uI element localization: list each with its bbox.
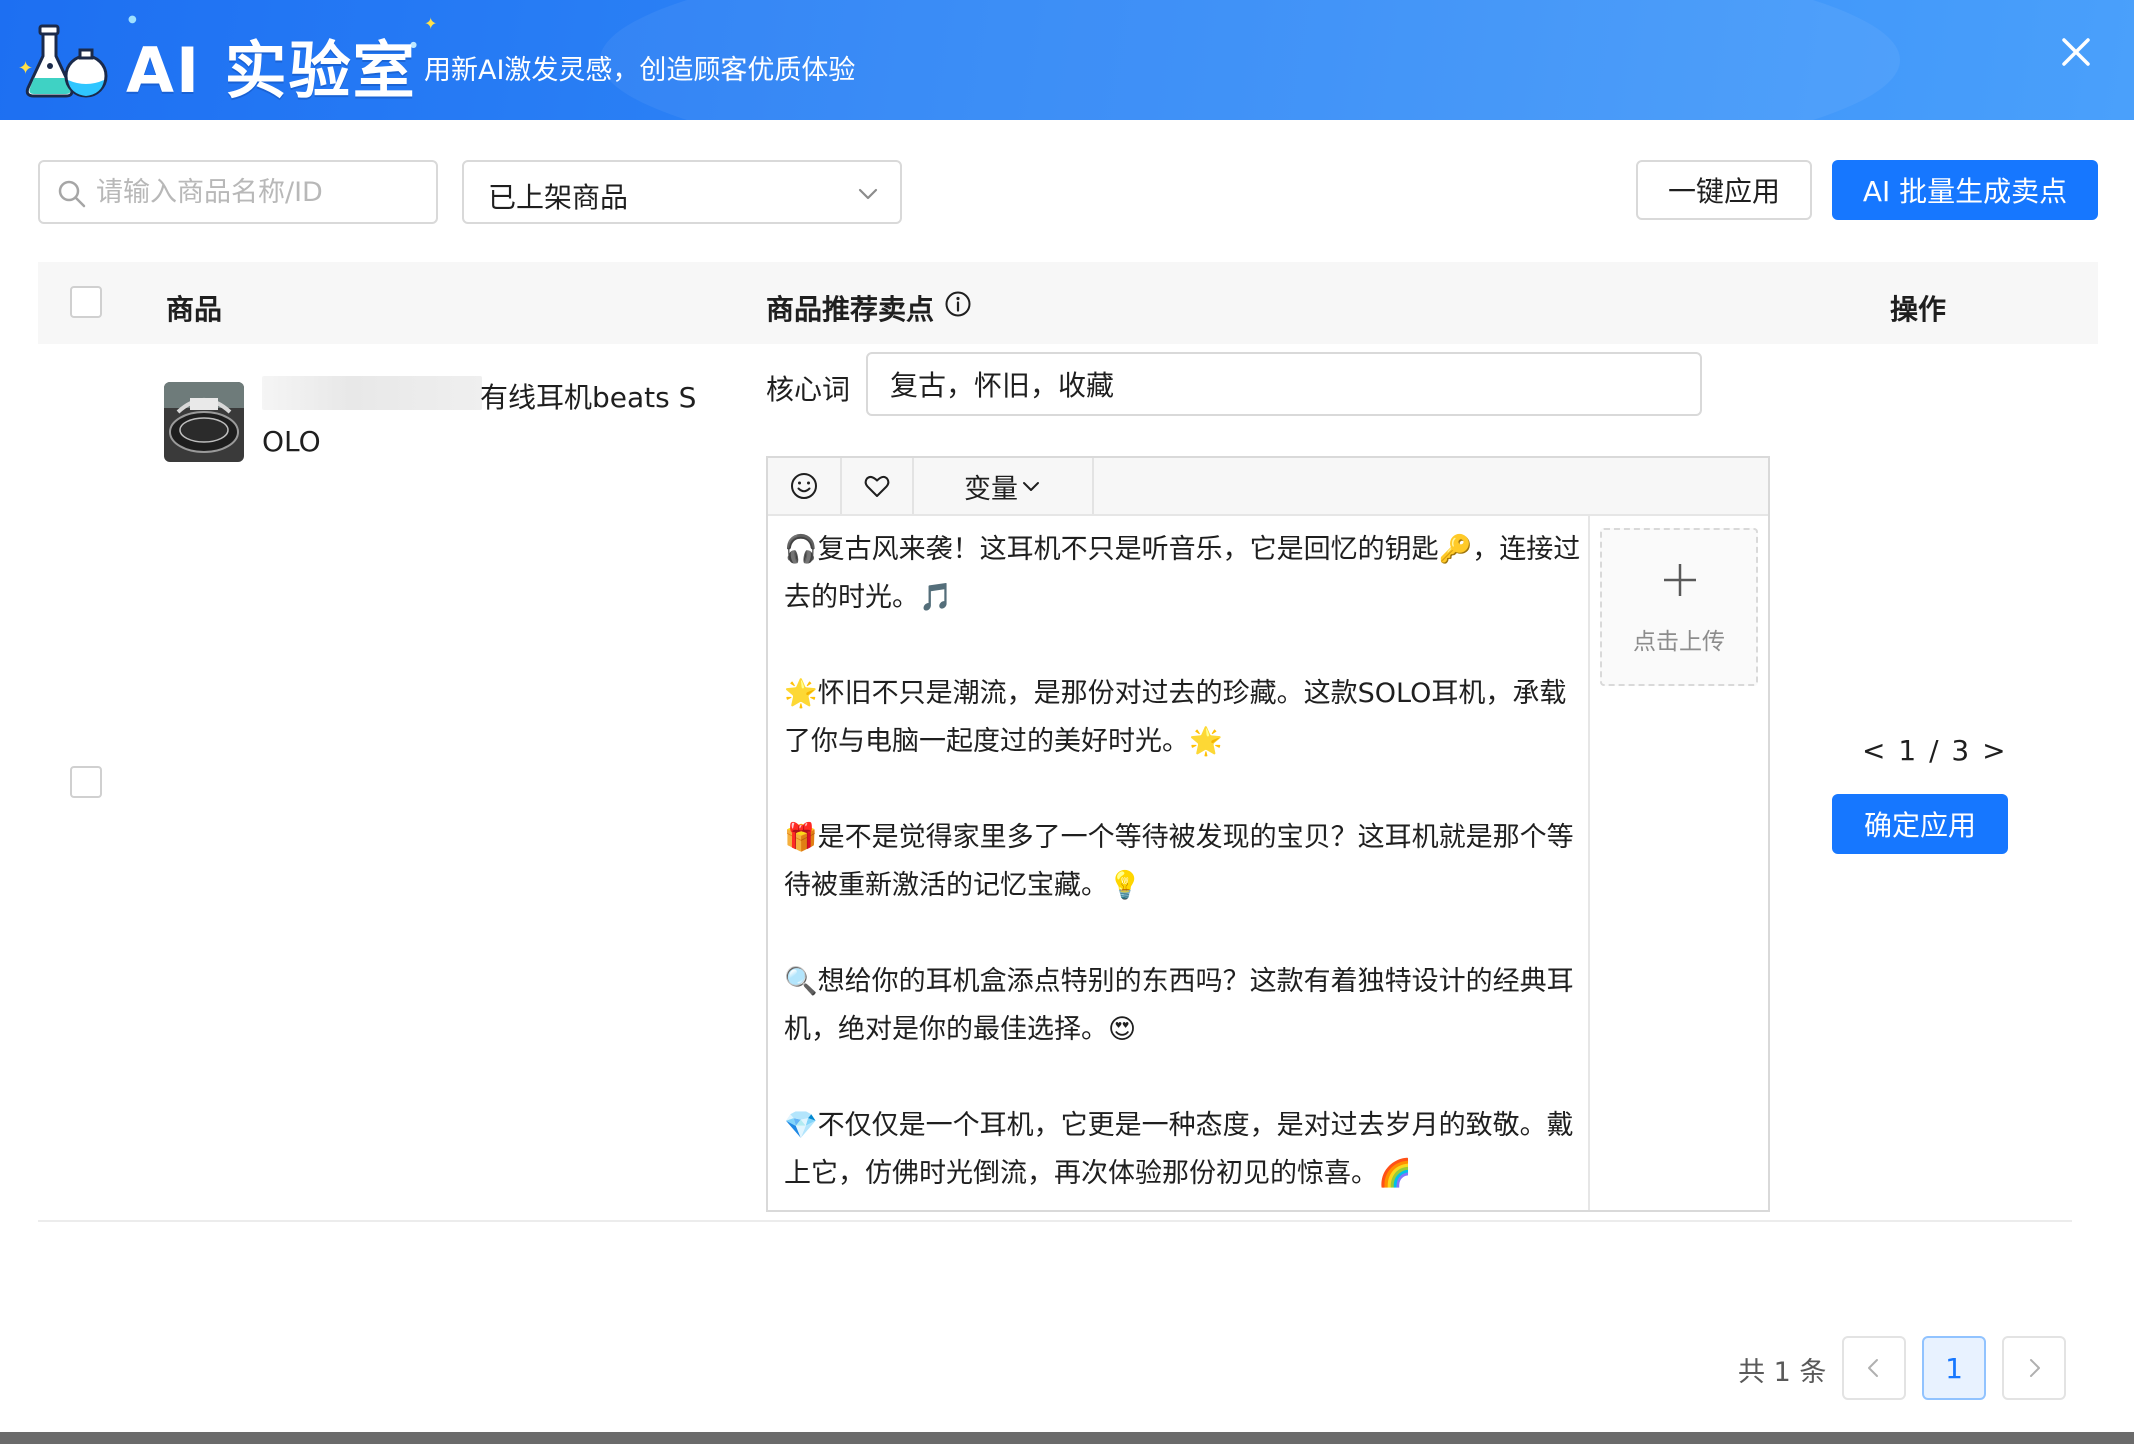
info-icon[interactable]: [944, 290, 972, 318]
selling-point-editor[interactable]: 变量 🎧复古风来袭！这耳机不只是听音乐，它是回忆的钥匙🔑，连接过去的时光。🎵 🌟…: [766, 456, 1770, 1212]
app-header: ✦ ● ✦ ● AI 实验室 用新AI激发灵感，创造顾客优质体验: [0, 0, 2134, 120]
table-header: 商品 商品推荐卖点 操作: [38, 262, 2098, 344]
image-upload[interactable]: 点击上传: [1600, 528, 1758, 686]
variable-label: 变量: [964, 473, 1018, 505]
chevron-left-icon: [1868, 1359, 1878, 1377]
paragraph: 💎不仅仅是一个耳机，它更是一种态度，是对过去岁月的致敬。戴上它，仿佛时光倒流，再…: [784, 1110, 1574, 1189]
favorite-button[interactable]: [842, 458, 914, 514]
sparkle-icon: ✦: [424, 14, 438, 33]
row-checkbox[interactable]: [70, 766, 102, 798]
column-header-actions: 操作: [1890, 293, 1947, 326]
variable-dropdown[interactable]: 变量: [914, 458, 1094, 514]
paragraph: 🌟怀旧不只是潮流，是那份对过去的珍藏。这款SOLO耳机，承载了你与电脑一起度过的…: [784, 678, 1567, 757]
page-button-1[interactable]: 1: [1922, 1336, 1986, 1400]
chevron-down-icon: [858, 188, 878, 200]
paragraph: 🔍想给你的耳机盒添点特别的东西吗？这款有着独特设计的经典耳机，绝对是你的最佳选择…: [784, 966, 1574, 1045]
emoji-button[interactable]: [768, 458, 842, 514]
window-bottom-edge: [0, 1432, 2134, 1444]
product-name[interactable]: 有线耳机beats S OLO: [262, 376, 702, 464]
editor-toolbar: 变量: [768, 458, 1768, 516]
column-header-selling-points: 商品推荐卖点: [766, 293, 935, 326]
chevron-right-icon: [2030, 1359, 2040, 1377]
heart-icon: [864, 475, 890, 497]
plus-icon: [1664, 564, 1696, 596]
batch-generate-button[interactable]: AI 批量生成卖点: [1832, 160, 2098, 220]
flask-icon: [25, 24, 108, 98]
confirm-apply-button[interactable]: 确定应用: [1832, 794, 2008, 854]
version-pager[interactable]: < 1 / 3 >: [1862, 734, 2008, 767]
search-box[interactable]: [38, 160, 438, 224]
keyword-label: 核心词: [766, 373, 851, 406]
search-icon: [58, 180, 86, 208]
status-filter-value: 已上架商品: [488, 181, 629, 214]
next-page-button[interactable]: [2002, 1336, 2066, 1400]
product-name-line-2: OLO: [262, 425, 321, 458]
smile-icon: [791, 473, 817, 499]
total-count: 共 1 条: [1738, 1357, 1827, 1388]
app-title: AI 实验室: [126, 34, 417, 107]
paragraph: 🎁是不是觉得家里多了一个等待被发现的宝贝？这耳机就是那个等待被重新激活的记忆宝藏…: [784, 822, 1574, 901]
status-filter-select[interactable]: 已上架商品: [462, 160, 902, 224]
apply-all-button[interactable]: 一键应用: [1636, 160, 1812, 220]
app-subtitle: 用新AI激发灵感，创造顾客优质体验: [424, 55, 856, 86]
keyword-input[interactable]: [866, 352, 1702, 416]
prev-page-button[interactable]: [1842, 1336, 1906, 1400]
column-header-product: 商品: [166, 293, 223, 326]
select-all-checkbox[interactable]: [70, 286, 102, 318]
paragraph: 🎧复古风来袭！这耳机不只是听音乐，它是回忆的钥匙🔑，连接过去的时光。🎵: [784, 534, 1581, 613]
close-icon[interactable]: [2054, 30, 2098, 74]
upload-label: 点击上传: [1633, 629, 1725, 655]
product-name-line-1: 有线耳机beats S: [480, 381, 697, 414]
editor-divider: [1588, 516, 1590, 1210]
editor-content[interactable]: 🎧复古风来袭！这耳机不只是听音乐，它是回忆的钥匙🔑，连接过去的时光。🎵 🌟怀旧不…: [784, 526, 1584, 1198]
chevron-down-icon: [1023, 482, 1039, 491]
row-divider: [38, 1220, 2072, 1222]
search-input[interactable]: [96, 168, 426, 216]
product-thumbnail: [164, 382, 244, 462]
